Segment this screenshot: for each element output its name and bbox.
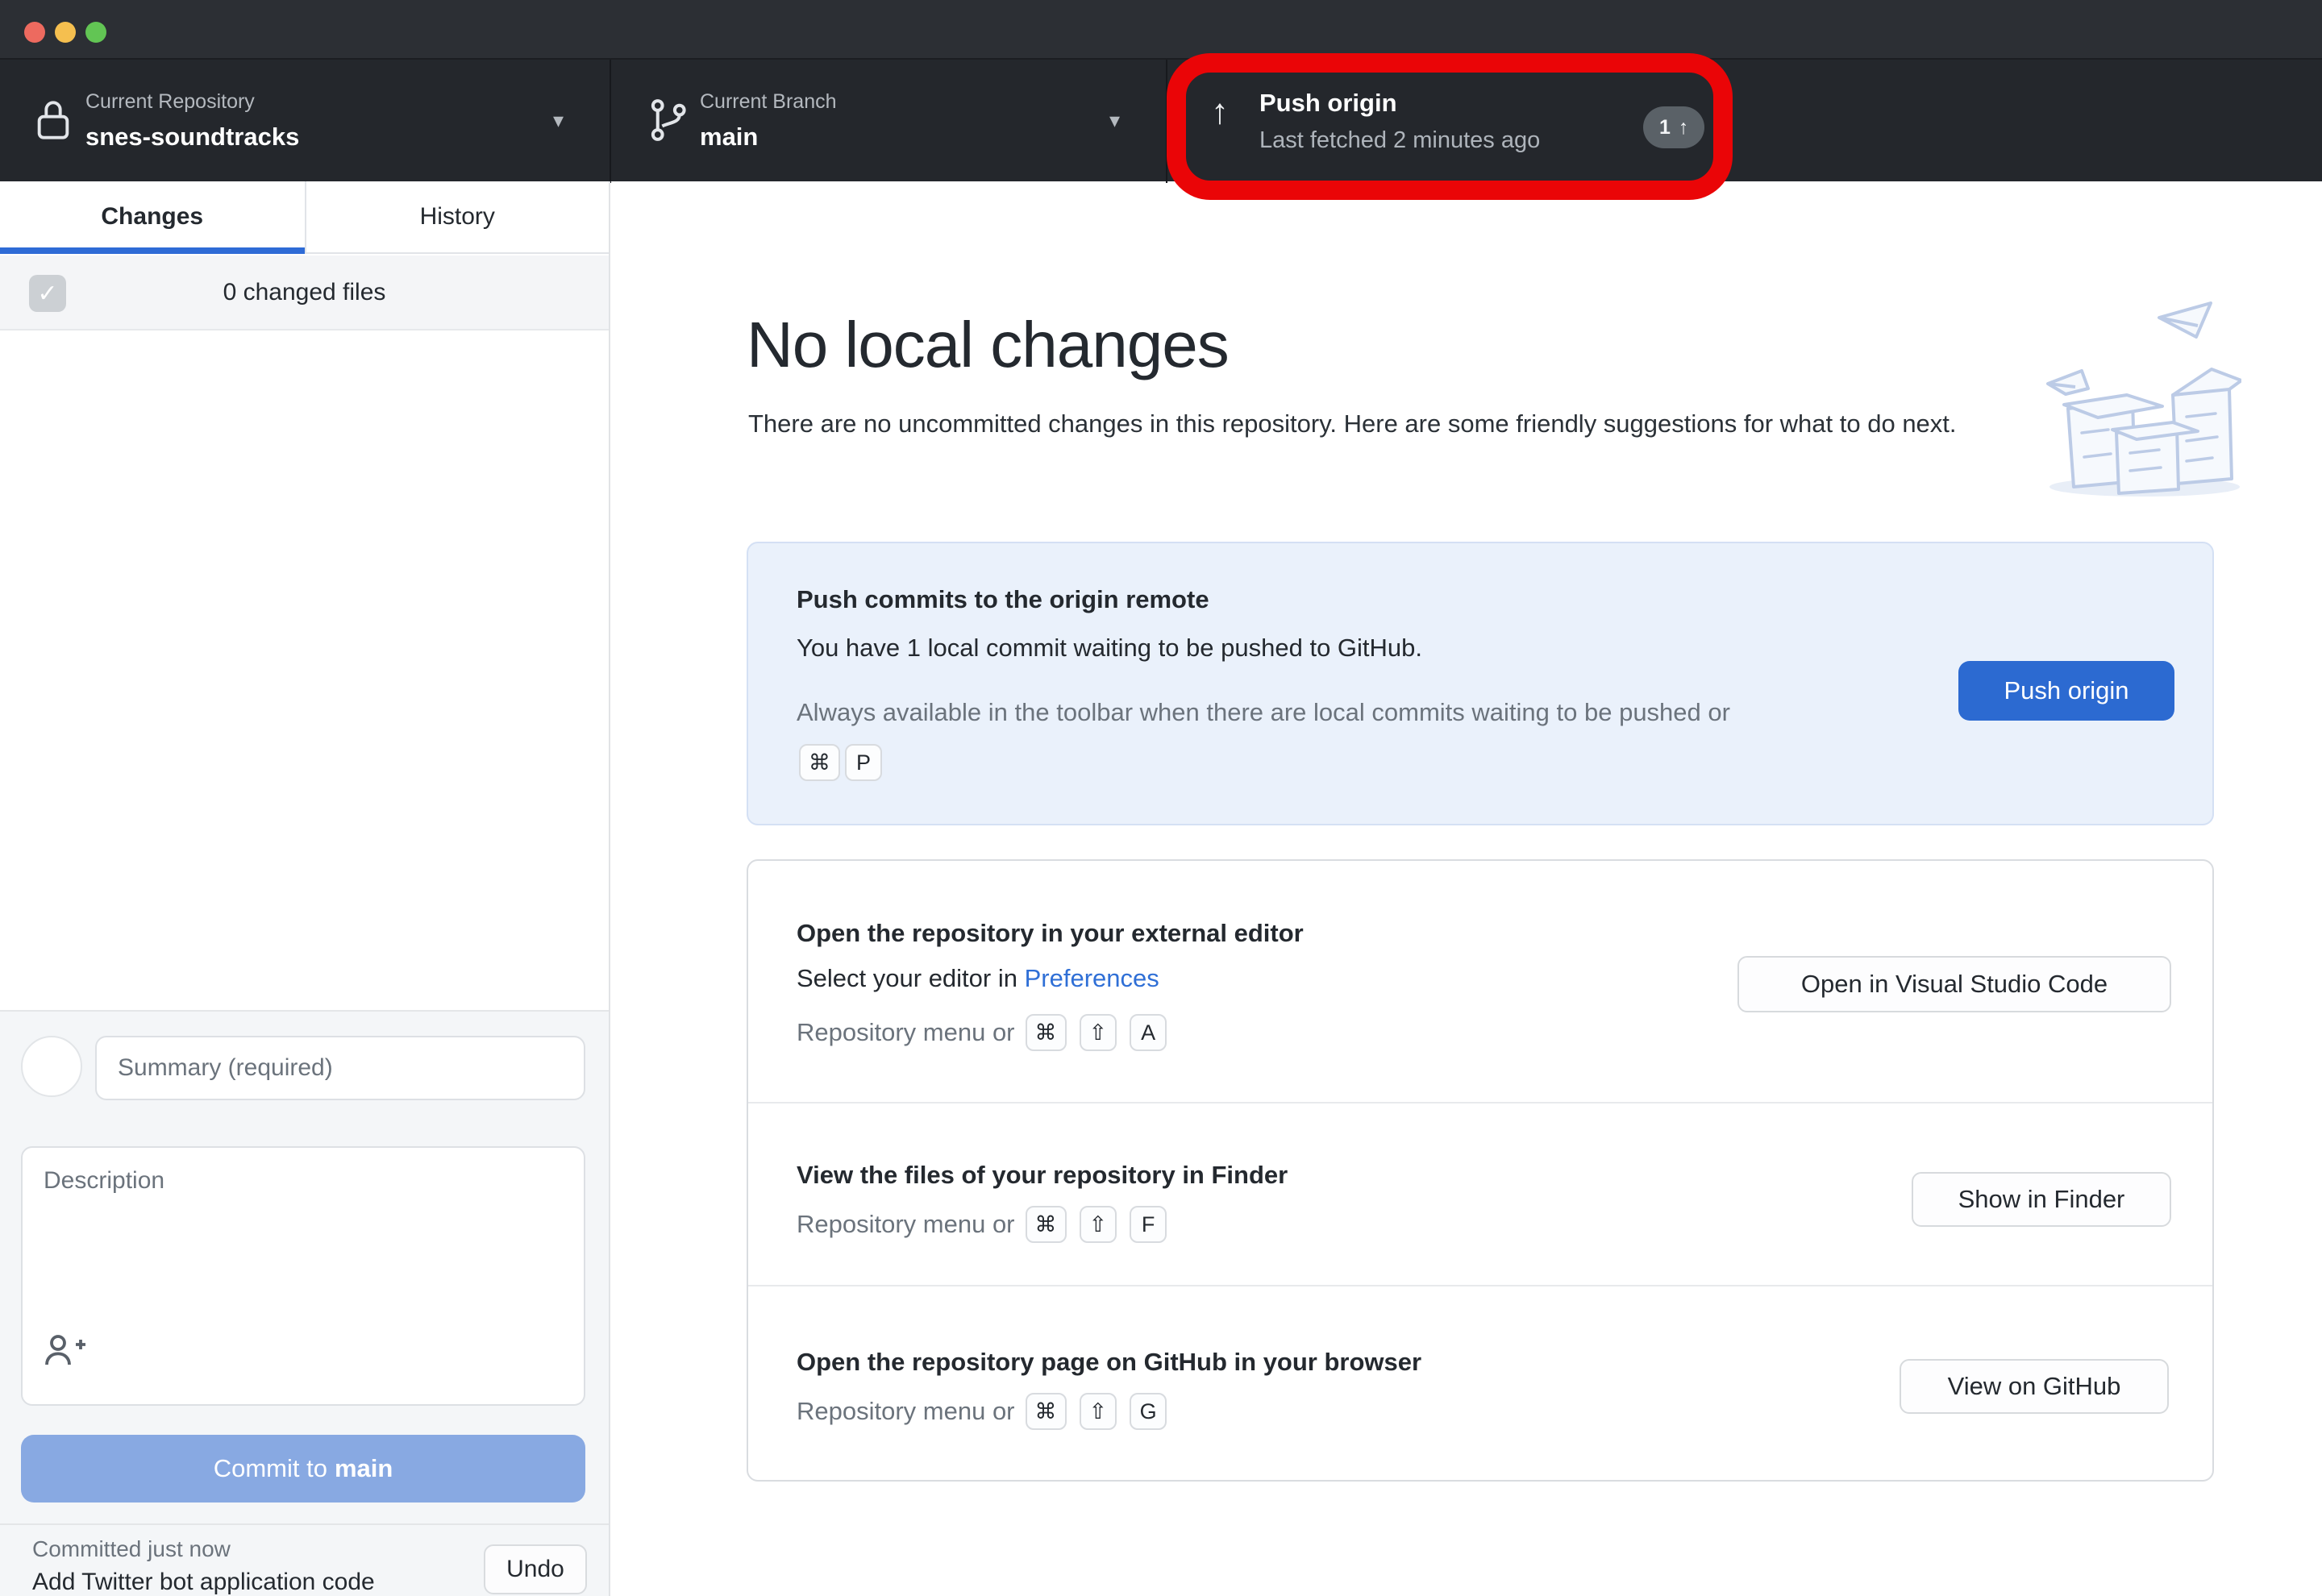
shortcut-hint-text: Repository menu or xyxy=(797,1018,1015,1047)
cmd-key: ⌘ xyxy=(1026,1393,1067,1430)
badge-count: 1 xyxy=(1659,116,1671,139)
current-repository-dropdown[interactable]: Current Repository snes-soundtracks ▾ xyxy=(0,60,610,183)
tab-changes-label: Changes xyxy=(101,203,203,231)
shortcut-hint-text: Repository menu or xyxy=(797,1210,1015,1239)
open-in-editor-button[interactable]: Open in Visual Studio Code xyxy=(1737,956,2171,1012)
f-key: F xyxy=(1130,1206,1167,1243)
p-key: P xyxy=(845,744,882,781)
current-branch-value: main xyxy=(700,123,758,152)
commit-button-prefix: Commit to xyxy=(214,1454,327,1483)
last-commit-bar: Committed just now Add Twitter bot appli… xyxy=(0,1523,609,1596)
toolbar: Current Repository snes-soundtracks ▾ Cu… xyxy=(0,58,2322,181)
sidebar-tabs: Changes History xyxy=(0,181,609,254)
arrow-up-icon: ↑ xyxy=(1679,116,1689,139)
suggestion-row-title: Open the repository in your external edi… xyxy=(797,919,1304,948)
add-coauthor-icon[interactable] xyxy=(42,1331,87,1369)
check-icon: ✓ xyxy=(37,280,57,308)
ahead-commits-badge: 1 ↑ xyxy=(1643,106,1704,148)
push-origin-toolbar-button[interactable]: ↑ Push origin Last fetched 2 minutes ago… xyxy=(1167,60,1780,183)
push-origin-title: Push origin xyxy=(1259,89,1397,118)
changed-files-checkbox[interactable]: ✓ xyxy=(29,275,66,312)
row-divider xyxy=(748,1102,2212,1103)
view-on-github-button[interactable]: View on GitHub xyxy=(1900,1359,2169,1414)
current-branch-dropdown[interactable]: Current Branch main ▾ xyxy=(611,60,1166,183)
close-button[interactable] xyxy=(24,22,45,43)
minimize-button[interactable] xyxy=(55,22,76,43)
push-suggestion-card: Push commits to the origin remote You ha… xyxy=(747,542,2214,825)
suggestion-row-shortcut: Repository menu or ⌘ ⇧ G xyxy=(797,1393,1169,1430)
sidebar: Changes History 0 changed files ✓ C xyxy=(0,181,610,1596)
push-card-hint-text: Always available in the toolbar when the… xyxy=(797,698,1730,726)
push-card-title: Push commits to the origin remote xyxy=(797,585,1209,614)
cmd-key: ⌘ xyxy=(1026,1014,1067,1051)
changed-files-count: 0 changed files xyxy=(0,256,609,329)
push-origin-subtitle: Last fetched 2 minutes ago xyxy=(1259,127,1540,154)
suggestion-row-shortcut: Repository menu or ⌘ ⇧ F xyxy=(797,1206,1169,1243)
shift-key: ⇧ xyxy=(1080,1206,1117,1243)
suggestion-row-title: Open the repository page on GitHub in yo… xyxy=(797,1348,1421,1377)
page-title: No local changes xyxy=(747,308,1229,382)
commit-form: Commit to main Committed just now Add Tw… xyxy=(0,1010,609,1596)
avatar xyxy=(21,1036,82,1097)
undo-button[interactable]: Undo xyxy=(484,1544,587,1594)
push-card-body: You have 1 local commit waiting to be pu… xyxy=(797,634,1422,663)
description-textarea[interactable] xyxy=(21,1146,585,1406)
suggestions-card: Open the repository in your external edi… xyxy=(747,859,2214,1482)
cmd-key: ⌘ xyxy=(799,744,840,781)
a-key: A xyxy=(1130,1014,1167,1051)
summary-input[interactable] xyxy=(95,1036,585,1100)
last-commit-message: Add Twitter bot application code xyxy=(32,1569,375,1596)
chevron-down-icon: ▾ xyxy=(553,108,564,133)
tab-history-label: History xyxy=(420,203,495,231)
changed-files-row: 0 changed files ✓ xyxy=(0,256,609,330)
suggestion-row-subtitle: Select your editor in Preferences xyxy=(797,964,1159,993)
commit-button[interactable]: Commit to main xyxy=(21,1435,585,1502)
github-desktop-window: Current Repository snes-soundtracks ▾ Cu… xyxy=(0,0,2322,1596)
titlebar xyxy=(0,0,2322,58)
push-origin-button[interactable]: Push origin xyxy=(1958,661,2174,721)
row-divider xyxy=(748,1285,2212,1286)
arrow-up-icon: ↑ xyxy=(1211,92,1229,132)
suggestion-row-title: View the files of your repository in Fin… xyxy=(797,1161,1288,1190)
shift-key: ⇧ xyxy=(1080,1014,1117,1051)
chevron-down-icon: ▾ xyxy=(1109,108,1120,133)
empty-state-illustration xyxy=(2040,300,2241,501)
zoom-button[interactable] xyxy=(85,22,106,43)
current-branch-label: Current Branch xyxy=(700,90,837,114)
current-repository-label: Current Repository xyxy=(85,90,255,114)
shift-key: ⇧ xyxy=(1080,1393,1117,1430)
suggestion-row-shortcut: Repository menu or ⌘ ⇧ A xyxy=(797,1014,1169,1051)
editor-hint-text: Select your editor in xyxy=(797,964,1017,992)
last-commit-status: Committed just now xyxy=(32,1536,231,1562)
active-tab-underline xyxy=(0,247,305,254)
shortcut-hint-text: Repository menu or xyxy=(797,1397,1015,1426)
tab-changes[interactable]: Changes xyxy=(0,181,305,252)
page-subtitle: There are no uncommitted changes in this… xyxy=(748,401,2006,446)
lock-icon xyxy=(32,95,74,145)
preferences-link[interactable]: Preferences xyxy=(1025,964,1159,992)
g-key: G xyxy=(1130,1393,1167,1430)
tab-history[interactable]: History xyxy=(305,181,610,252)
current-repository-value: snes-soundtracks xyxy=(85,123,299,152)
cmd-key: ⌘ xyxy=(1026,1206,1067,1243)
commit-button-branch: main xyxy=(335,1454,393,1483)
show-in-finder-button[interactable]: Show in Finder xyxy=(1912,1172,2171,1227)
git-branch-icon xyxy=(645,94,689,147)
push-card-hint: Always available in the toolbar when the… xyxy=(797,688,1740,785)
